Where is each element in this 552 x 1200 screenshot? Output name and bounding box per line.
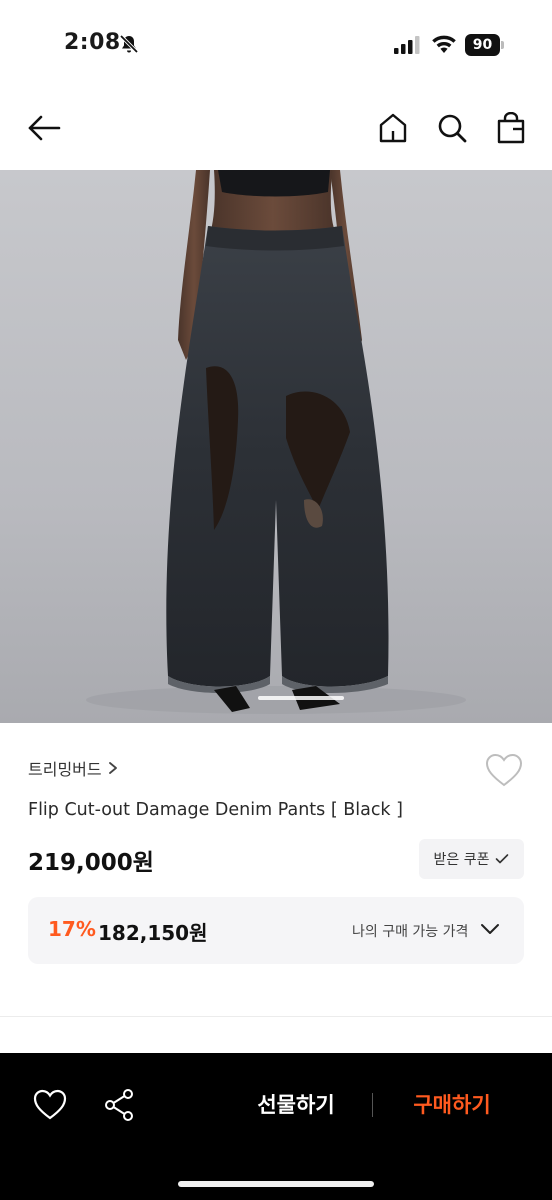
received-coupon-button[interactable]: 받은 쿠폰 [419,839,524,879]
product-price: 219,000원 [28,850,154,876]
battery-indicator: 90 [465,34,505,56]
button-separator [372,1093,373,1117]
coupon-label: 받은 쿠폰 [433,852,490,868]
search-button[interactable] [432,108,472,148]
battery-level: 90 [465,34,500,56]
section-divider [0,1016,552,1017]
status-time: 2:08 [64,30,121,55]
battery-cap [501,41,504,49]
cellular-signal-icon [394,36,420,54]
bottom-action-bar: 선물하기 구매하기 [0,1053,552,1200]
app-bar [0,90,552,170]
discounted-price: 182,150원 [98,921,208,945]
arrow-left-icon [28,115,61,141]
carousel-indicator [258,696,344,700]
shopping-bag-button[interactable] [491,108,531,148]
home-indicator[interactable] [178,1181,374,1187]
my-purchase-price-label: 나의 구매 가능 가격 [352,924,469,940]
gift-button[interactable]: 선물하기 [236,1087,356,1123]
back-button[interactable] [24,108,64,148]
checkmark-icon [496,854,509,864]
product-name: Flip Cut-out Damage Denim Pants [ Black … [28,800,403,820]
chevron-right-icon [108,762,117,774]
status-bar: 2:08 90 [0,0,552,90]
home-icon [379,113,407,143]
wifi-icon [432,35,456,53]
bell-muted-icon [119,34,139,54]
like-heart-icon[interactable] [30,1085,70,1125]
brand-name: 트리밍버드 [28,760,102,779]
product-image[interactable] [0,170,552,723]
discount-rate: 17% [48,917,96,941]
share-icon[interactable] [100,1085,140,1125]
search-icon [438,114,467,143]
wishlist-heart-icon[interactable] [484,752,524,788]
shopping-bag-icon [497,112,525,144]
chevron-down-icon [481,924,499,934]
denim-pants-photo [86,170,466,714]
brand-link[interactable]: 트리밍버드 [28,756,118,780]
my-purchase-price-panel[interactable]: 17% 182,150원 나의 구매 가능 가격 [28,897,524,964]
buy-button[interactable]: 구매하기 [392,1087,512,1123]
home-button[interactable] [373,108,413,148]
